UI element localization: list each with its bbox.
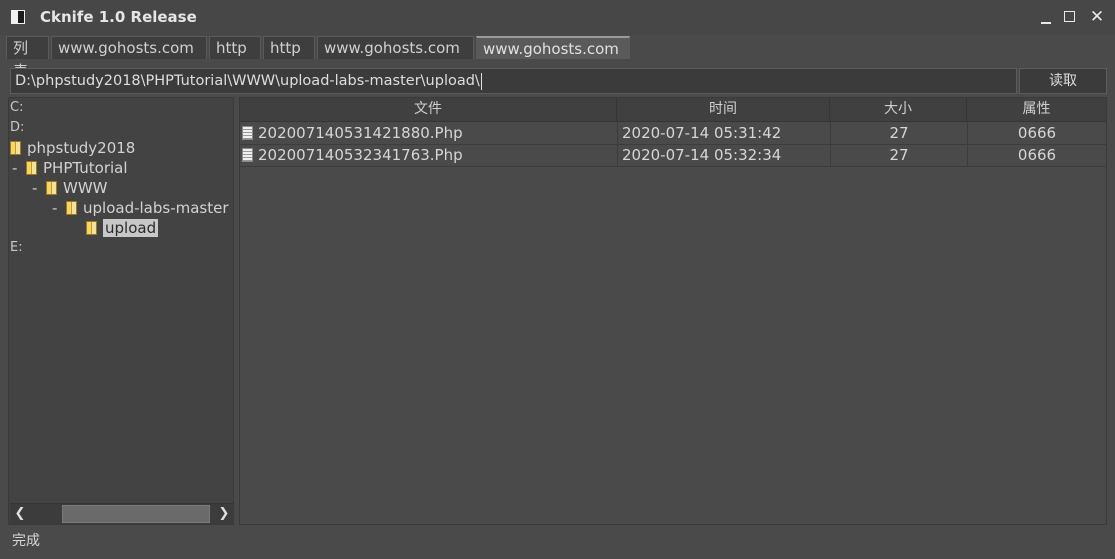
title-bar: Cknife 1.0 Release ✕ — [0, 0, 1115, 35]
file-size-cell: 27 — [830, 122, 967, 144]
file-icon — [242, 148, 253, 162]
file-size-cell: 27 — [830, 144, 967, 166]
tab-site-3-active[interactable]: www.gohosts.com — [476, 36, 630, 59]
app-icon — [11, 10, 25, 24]
scroll-thumb[interactable] — [62, 505, 210, 523]
folder-icon — [86, 221, 97, 235]
tree-label: WWW — [63, 179, 108, 197]
tree-label: PHPTutorial — [43, 159, 128, 177]
tree-drive-e[interactable]: E: — [10, 238, 23, 258]
folder-icon — [46, 181, 57, 195]
tab-site-2[interactable]: www.gohosts.com — [317, 36, 474, 59]
close-button[interactable]: ✕ — [1088, 8, 1106, 26]
file-icon — [242, 126, 253, 140]
tree-node-upload-labs-master[interactable]: - upload-labs-master — [52, 198, 229, 218]
table-row[interactable]: 202007140531421880.Php 2020-07-14 05:31:… — [240, 122, 1106, 145]
file-name: 202007140532341763.Php — [258, 146, 463, 164]
column-header-attr[interactable]: 属性 — [967, 98, 1106, 121]
file-name-cell: 202007140532341763.Php — [240, 144, 617, 166]
folder-icon — [26, 161, 37, 175]
file-table: 文件 时间 大小 属性 202007140531421880.Php 2020-… — [239, 97, 1107, 525]
directory-tree: C: D: phpstudy2018 - PHPTutorial - WWW - up… — [8, 97, 234, 525]
path-input[interactable]: D:\phpstudy2018\PHPTutorial\WWW\upload-l… — [10, 68, 1017, 94]
file-name-cell: 202007140531421880.Php — [240, 122, 617, 144]
window-title: Cknife 1.0 Release — [40, 8, 197, 26]
tree-label: upload — [103, 219, 159, 237]
folder-icon — [10, 141, 21, 155]
tab-http-2[interactable]: http — [263, 36, 315, 59]
file-time-cell: 2020-07-14 05:32:34 — [617, 144, 830, 166]
text-caret — [480, 72, 482, 90]
scroll-right-icon[interactable]: ❯ — [214, 504, 234, 524]
tab-list[interactable]: 列表 — [6, 36, 49, 80]
tree-drive-d[interactable]: D: — [10, 118, 24, 138]
file-attr-cell: 0666 — [967, 144, 1106, 166]
tree-expander[interactable]: - — [32, 178, 46, 198]
folder-icon — [66, 201, 77, 215]
status-text: 完成 — [12, 533, 40, 549]
tree-label: phpstudy2018 — [27, 139, 136, 157]
file-attr-cell: 0666 — [967, 122, 1106, 144]
maximize-button[interactable] — [1061, 8, 1079, 26]
tree-horizontal-scrollbar[interactable]: ❮ ❯ — [10, 503, 234, 524]
read-button[interactable]: 读取 — [1019, 68, 1107, 94]
tree-node-www[interactable]: - WWW — [32, 178, 108, 198]
column-header-file[interactable]: 文件 — [240, 98, 617, 121]
column-header-size[interactable]: 大小 — [830, 98, 967, 121]
table-row[interactable]: 202007140532341763.Php 2020-07-14 05:32:… — [240, 144, 1106, 167]
tree-label: upload-labs-master — [83, 199, 229, 217]
tree-expander[interactable]: - — [52, 198, 66, 218]
tree-node-phpstudy2018[interactable]: phpstudy2018 — [10, 138, 135, 158]
scroll-left-icon[interactable]: ❮ — [10, 504, 30, 524]
column-header-time[interactable]: 时间 — [617, 98, 830, 121]
tree-node-phptutorial[interactable]: - PHPTutorial — [12, 158, 128, 178]
table-header: 文件 时间 大小 属性 — [240, 98, 1106, 122]
tab-site-1[interactable]: www.gohosts.com — [51, 36, 207, 59]
file-time-cell: 2020-07-14 05:31:42 — [617, 122, 830, 144]
tree-expander[interactable]: - — [12, 158, 26, 178]
minimize-button[interactable] — [1037, 8, 1055, 26]
tree-drive-c[interactable]: C: — [10, 98, 23, 118]
tab-http-1[interactable]: http — [209, 36, 261, 59]
tree-node-upload-selected[interactable]: upload — [86, 218, 159, 238]
file-name: 202007140531421880.Php — [258, 124, 463, 142]
path-value: D:\phpstudy2018\PHPTutorial\WWW\upload-l… — [15, 73, 480, 89]
